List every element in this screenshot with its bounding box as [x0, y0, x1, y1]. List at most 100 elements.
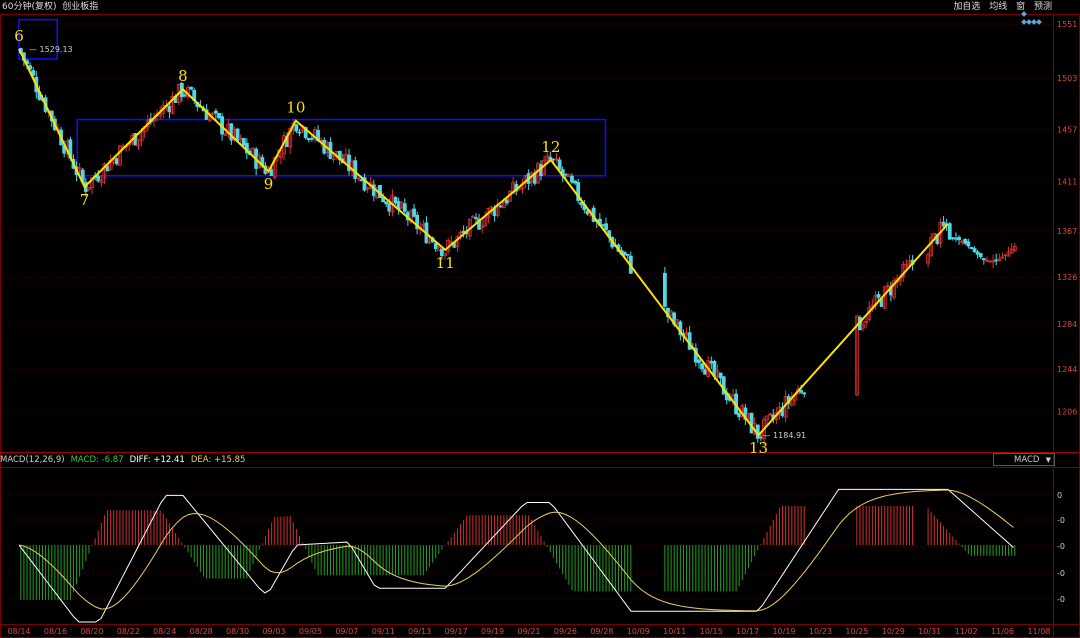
wave-line	[18, 48, 949, 437]
wave-label-13: 13	[749, 439, 768, 457]
x-tick-label: 10/29	[882, 627, 905, 636]
candle-body	[975, 251, 980, 255]
x-tick-label: 10/31	[918, 627, 941, 636]
macd-value: MACD: -6.87	[70, 455, 124, 465]
candle-body	[235, 128, 240, 141]
price-chart[interactable]: 15511503145714111367132612841244120608/1…	[0, 0, 1080, 638]
y-tick-label: 1457	[1057, 126, 1077, 135]
diamond-mark	[1021, 19, 1027, 25]
x-tick-label: 08/28	[190, 627, 213, 636]
candle-body	[309, 137, 314, 140]
x-tick-label: 09/19	[481, 627, 504, 636]
candle-body	[963, 238, 968, 244]
macd-tick-label: 0	[1057, 491, 1062, 500]
candle-body	[737, 412, 742, 418]
x-tick-label: 10/19	[772, 627, 795, 636]
wave-label-8: 8	[178, 67, 188, 85]
chevron-down-icon: ▼	[1045, 456, 1051, 464]
x-tick-label: 09/17	[445, 627, 468, 636]
y-tick-label: 1367	[1057, 227, 1077, 236]
wave-label-6: 6	[14, 27, 24, 45]
candle-body	[941, 221, 946, 227]
x-tick-label: 10/09	[627, 627, 650, 636]
candle-body	[972, 248, 977, 252]
candle-body	[189, 86, 194, 90]
candle-body	[697, 359, 701, 363]
x-tick-label: 09/13	[408, 627, 431, 636]
y-tick-label: 1551	[1057, 20, 1077, 29]
candle-body	[433, 242, 438, 250]
x-tick-label: 08/30	[226, 627, 249, 636]
candle-body	[384, 201, 389, 205]
candle-body	[802, 392, 807, 395]
diamond-mark	[1026, 19, 1032, 25]
diff-line	[18, 488, 1014, 623]
x-tick-label: 10/25	[845, 627, 868, 636]
candle-body	[563, 173, 568, 176]
x-tick-label: 09/28	[590, 627, 613, 636]
x-tick-label: 09/05	[299, 627, 322, 636]
candle-body	[622, 251, 627, 256]
high-label: — 1529.13	[29, 45, 73, 54]
x-tick-label: 08/20	[80, 627, 103, 636]
y-tick-label: 1326	[1057, 273, 1077, 282]
candle-body	[969, 246, 974, 250]
candle-body	[799, 390, 804, 393]
candle-body	[183, 94, 187, 97]
candle-body	[557, 159, 562, 170]
diamond-icon	[1021, 11, 1042, 25]
candle-body	[217, 112, 221, 119]
wave-label-9: 9	[264, 175, 274, 193]
candle-body	[213, 110, 218, 114]
candle-body	[498, 205, 503, 208]
candle-body	[703, 369, 708, 375]
x-tick-label: 09/07	[335, 627, 358, 636]
candle-body	[474, 217, 478, 220]
candle-body	[96, 175, 101, 182]
candle-body	[167, 105, 172, 113]
range-box	[76, 118, 607, 177]
candle-body	[573, 180, 577, 184]
candle-body	[966, 241, 971, 247]
candle-body	[306, 138, 311, 141]
candle-body	[950, 237, 955, 240]
candle-body	[978, 253, 983, 258]
indicator-label: MACD(12,26,9)	[0, 455, 65, 465]
candle-body	[947, 223, 952, 240]
indicator-select[interactable]: MACD ▼	[993, 453, 1055, 466]
x-tick-label: 10/15	[700, 627, 723, 636]
candle-body	[551, 158, 556, 161]
wave-label-10: 10	[286, 99, 305, 117]
x-tick-label: 10/17	[736, 627, 759, 636]
candle-body	[402, 203, 407, 212]
indicator-select-label: MACD	[1014, 455, 1040, 465]
x-tick-label: 08/24	[153, 627, 176, 636]
candle-body	[297, 131, 302, 134]
x-tick-label: 11/08	[1027, 627, 1050, 636]
candle-body	[570, 176, 574, 183]
wave-label-7: 7	[80, 191, 90, 209]
low-label: — 1184.91	[763, 431, 807, 440]
candle-body	[662, 272, 667, 307]
candle-body	[709, 360, 714, 364]
macd-tick-label: -0	[1057, 542, 1065, 551]
candle-body	[353, 160, 358, 180]
y-tick-label: 1244	[1057, 365, 1077, 374]
x-tick-label: 09/03	[262, 627, 285, 636]
indicator-bar: MACD(12,26,9) MACD: -6.87 DIFF: +12.41 DEA:…	[0, 454, 251, 467]
x-tick-label: 10/11	[663, 627, 686, 636]
chart-frame	[0, 14, 1080, 638]
candle-body	[981, 258, 986, 261]
candle-body	[294, 124, 299, 132]
diff-value: DIFF: +12.41	[129, 455, 185, 465]
macd-tick-label: -0	[1057, 569, 1065, 578]
x-tick-label: 09/21	[517, 627, 540, 636]
wave-label-12: 12	[541, 138, 560, 156]
macd-tick-label: -0	[1057, 516, 1065, 525]
candle-body	[412, 208, 416, 217]
y-tick-label: 1503	[1057, 74, 1077, 83]
macd-tick-label: -0	[1057, 595, 1065, 604]
x-tick-label: 08/22	[117, 627, 140, 636]
candle-body	[393, 196, 398, 204]
candle-body	[241, 138, 246, 146]
